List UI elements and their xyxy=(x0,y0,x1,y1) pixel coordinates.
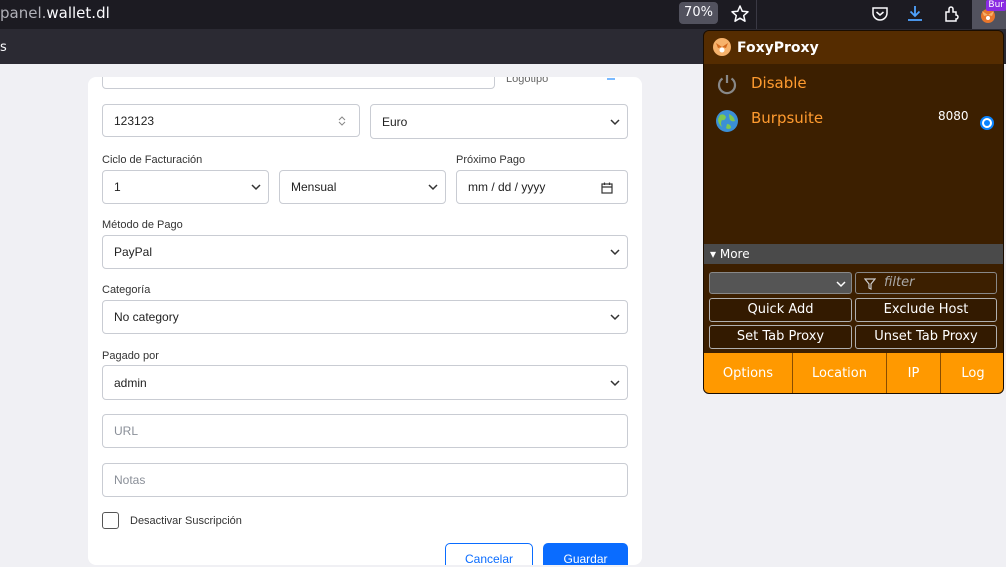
disable-label: Disable xyxy=(751,74,807,92)
chevron-down-icon xyxy=(251,184,261,191)
number-spinner-icon[interactable] xyxy=(337,115,347,127)
logo-search-icon[interactable] xyxy=(604,77,616,81)
payment-method-label: Método de Pago xyxy=(102,219,183,231)
toolbar-divider xyxy=(756,0,757,29)
payment-method-select[interactable]: PayPal xyxy=(102,235,628,269)
foxyproxy-toolbar-button[interactable]: Bur xyxy=(972,0,1006,29)
proxy-radio-selected[interactable] xyxy=(980,116,994,130)
calendar-icon[interactable] xyxy=(601,182,613,194)
foxyproxy-header: FoxyProxy xyxy=(704,31,1003,64)
radio-dot xyxy=(984,120,990,126)
disable-proxy-item[interactable]: Disable xyxy=(704,67,1003,99)
proxy-item-burpsuite[interactable]: Burpsuite 8080 xyxy=(704,103,1003,137)
foxyproxy-popup: FoxyProxy Disable Burpsuite 8080 ▾ More … xyxy=(703,30,1004,394)
proxy-port: 8080 xyxy=(938,109,969,123)
chevron-down-icon xyxy=(836,281,846,288)
cancel-button[interactable]: Cancelar xyxy=(445,543,533,565)
notes-placeholder: Notas xyxy=(114,473,146,487)
next-payment-label: Próximo Pago xyxy=(456,154,526,166)
triangle-down-icon: ▾ xyxy=(710,247,717,261)
chevron-down-icon xyxy=(428,184,438,191)
globe-icon xyxy=(716,110,738,132)
set-tab-proxy-button[interactable]: Set Tab Proxy xyxy=(709,325,852,349)
next-payment-placeholder: mm / dd / yyyy xyxy=(468,180,546,194)
options-button[interactable]: Options xyxy=(704,353,793,393)
ip-button[interactable]: IP xyxy=(887,353,941,393)
foxyproxy-title: FoxyProxy xyxy=(737,40,819,56)
url-placeholder: URL xyxy=(114,424,139,438)
billing-cycle-value: 1 xyxy=(114,180,121,194)
log-button[interactable]: Log xyxy=(941,353,1003,393)
save-button[interactable]: Guardar xyxy=(543,543,628,565)
more-toggle[interactable]: ▾ More xyxy=(704,244,1003,264)
url-input[interactable]: URL xyxy=(102,414,628,448)
proxy-name: Burpsuite xyxy=(751,109,824,127)
tab-title[interactable]: s xyxy=(0,40,7,55)
power-icon xyxy=(717,75,737,95)
currency-select[interactable]: Euro xyxy=(370,104,628,139)
chevron-down-icon xyxy=(610,379,620,386)
filter-placeholder: filter xyxy=(884,275,915,290)
foxyproxy-logo-icon xyxy=(713,38,731,56)
exclude-host-button[interactable]: Exclude Host xyxy=(855,298,997,322)
billing-cycle-label: Ciclo de Facturación xyxy=(102,154,203,166)
payment-method-value: PayPal xyxy=(114,245,153,259)
pocket-icon[interactable] xyxy=(870,4,890,24)
subscription-form-card: Logotipo 123123 Euro Ciclo de Facturació… xyxy=(88,77,642,565)
paid-by-select[interactable]: admin xyxy=(102,365,628,400)
currency-value: Euro xyxy=(382,114,408,129)
download-icon[interactable] xyxy=(905,4,925,24)
chevron-down-icon xyxy=(610,249,620,256)
url-bar[interactable]: panel.wallet.dl xyxy=(0,4,110,22)
category-value: No category xyxy=(114,310,179,324)
chevron-down-icon xyxy=(610,118,620,125)
star-icon[interactable] xyxy=(730,4,750,24)
category-label: Categoría xyxy=(102,284,151,296)
filter-icon xyxy=(864,278,876,290)
quick-add-button[interactable]: Quick Add xyxy=(709,298,852,322)
name-input[interactable] xyxy=(102,77,495,89)
price-input[interactable]: 123123 xyxy=(102,104,360,137)
disable-subscription-label: Desactivar Suscripción xyxy=(130,515,242,527)
location-button[interactable]: Location xyxy=(793,353,887,393)
paid-by-value: admin xyxy=(114,375,147,390)
url-host: wallet.dl xyxy=(46,4,110,22)
profile-badge: Bur xyxy=(986,0,1006,11)
logo-label: Logotipo xyxy=(506,77,549,85)
chevron-down-icon xyxy=(610,314,620,321)
unset-tab-proxy-button[interactable]: Unset Tab Proxy xyxy=(855,325,997,349)
url-domain: panel. xyxy=(0,4,47,22)
billing-frequency-value: Mensual xyxy=(291,180,337,194)
zoom-level-badge[interactable]: 70% xyxy=(679,2,718,24)
extensions-icon[interactable] xyxy=(942,4,962,24)
next-payment-date-input[interactable]: mm / dd / yyyy xyxy=(456,170,628,204)
billing-frequency-select[interactable]: Mensual xyxy=(279,170,446,204)
category-select[interactable]: No category xyxy=(102,300,628,334)
paid-by-label: Pagado por xyxy=(102,350,159,362)
browser-toolbar: panel.wallet.dl 70% Bur xyxy=(0,0,1006,29)
more-label: More xyxy=(719,247,750,261)
proxy-select-dropdown[interactable] xyxy=(709,272,852,294)
notes-input[interactable]: Notas xyxy=(102,463,628,497)
billing-cycle-select[interactable]: 1 xyxy=(102,170,269,204)
disable-subscription-checkbox[interactable] xyxy=(102,512,119,529)
price-value: 123123 xyxy=(114,113,155,128)
filter-input[interactable]: filter xyxy=(855,272,997,294)
